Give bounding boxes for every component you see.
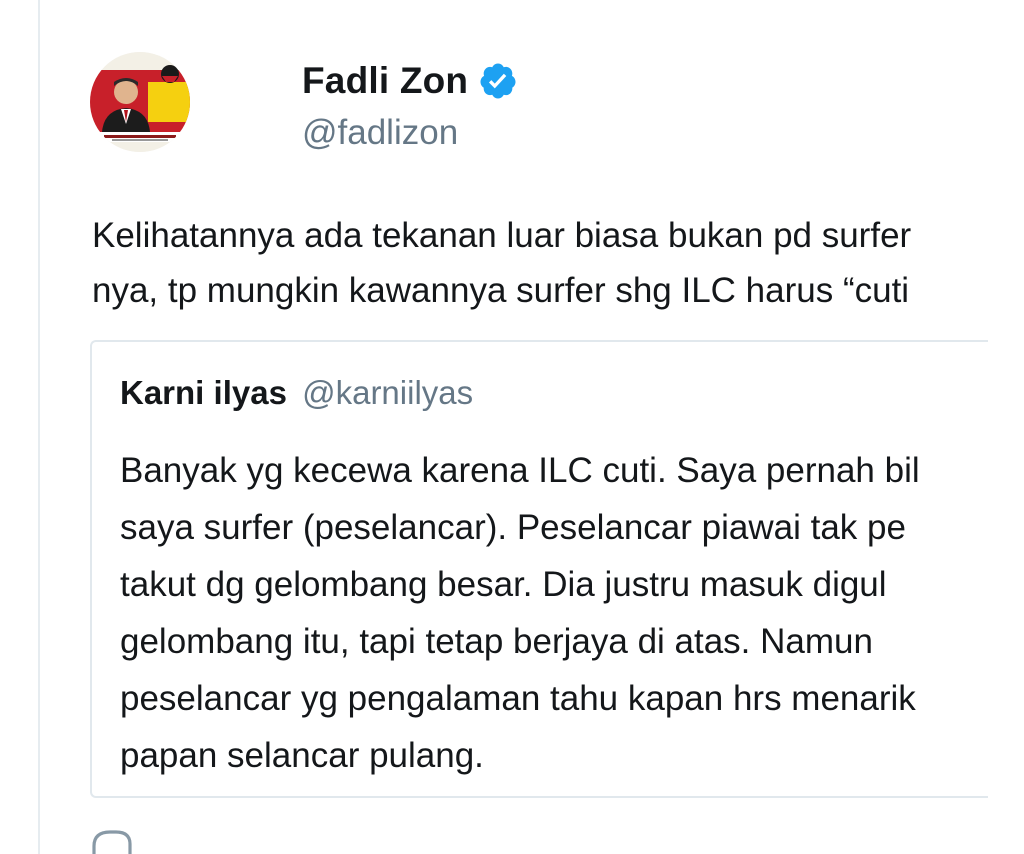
quoted-text-line: saya surfer (peselancar). Peselancar pia…: [120, 508, 906, 547]
verified-badge-icon: [480, 63, 516, 99]
quoted-text-line: papan selancar pulang.: [120, 736, 484, 775]
quoted-text-line: gelombang itu, tapi tetap berjaya di ata…: [120, 622, 873, 661]
screen-right-edge: [988, 0, 1024, 854]
tweet-text-line: Kelihatannya ada tekanan luar biasa buka…: [92, 216, 912, 255]
quoted-text-line: peselancar yg pengalaman tahu kapan hrs …: [120, 679, 916, 718]
author-avatar[interactable]: [90, 52, 190, 152]
quoted-tweet-header: Karni ilyas @karniilyas: [120, 374, 473, 412]
author-display-name[interactable]: Fadli Zon: [302, 60, 468, 102]
reply-icon[interactable]: [90, 828, 134, 854]
quoted-text-line: takut dg gelombang besar. Dia justru mas…: [120, 565, 887, 604]
author-name-row[interactable]: Fadli Zon: [302, 56, 518, 106]
tweet-text: Kelihatannya ada tekanan luar biasa buka…: [92, 208, 988, 318]
quoted-author-handle: @karniilyas: [302, 374, 474, 411]
author-handle[interactable]: @fadlizon: [302, 113, 458, 153]
tweet-text-line: nya, tp mungkin kawannya surfer shg ILC …: [92, 271, 910, 310]
avatar-image: [90, 52, 190, 152]
quoted-author-name: Karni ilyas: [120, 374, 287, 411]
quoted-text-line: Banyak yg kecewa karena ILC cuti. Saya p…: [120, 451, 920, 490]
quoted-tweet-text: Banyak yg kecewa karena ILC cuti. Saya p…: [120, 442, 988, 784]
